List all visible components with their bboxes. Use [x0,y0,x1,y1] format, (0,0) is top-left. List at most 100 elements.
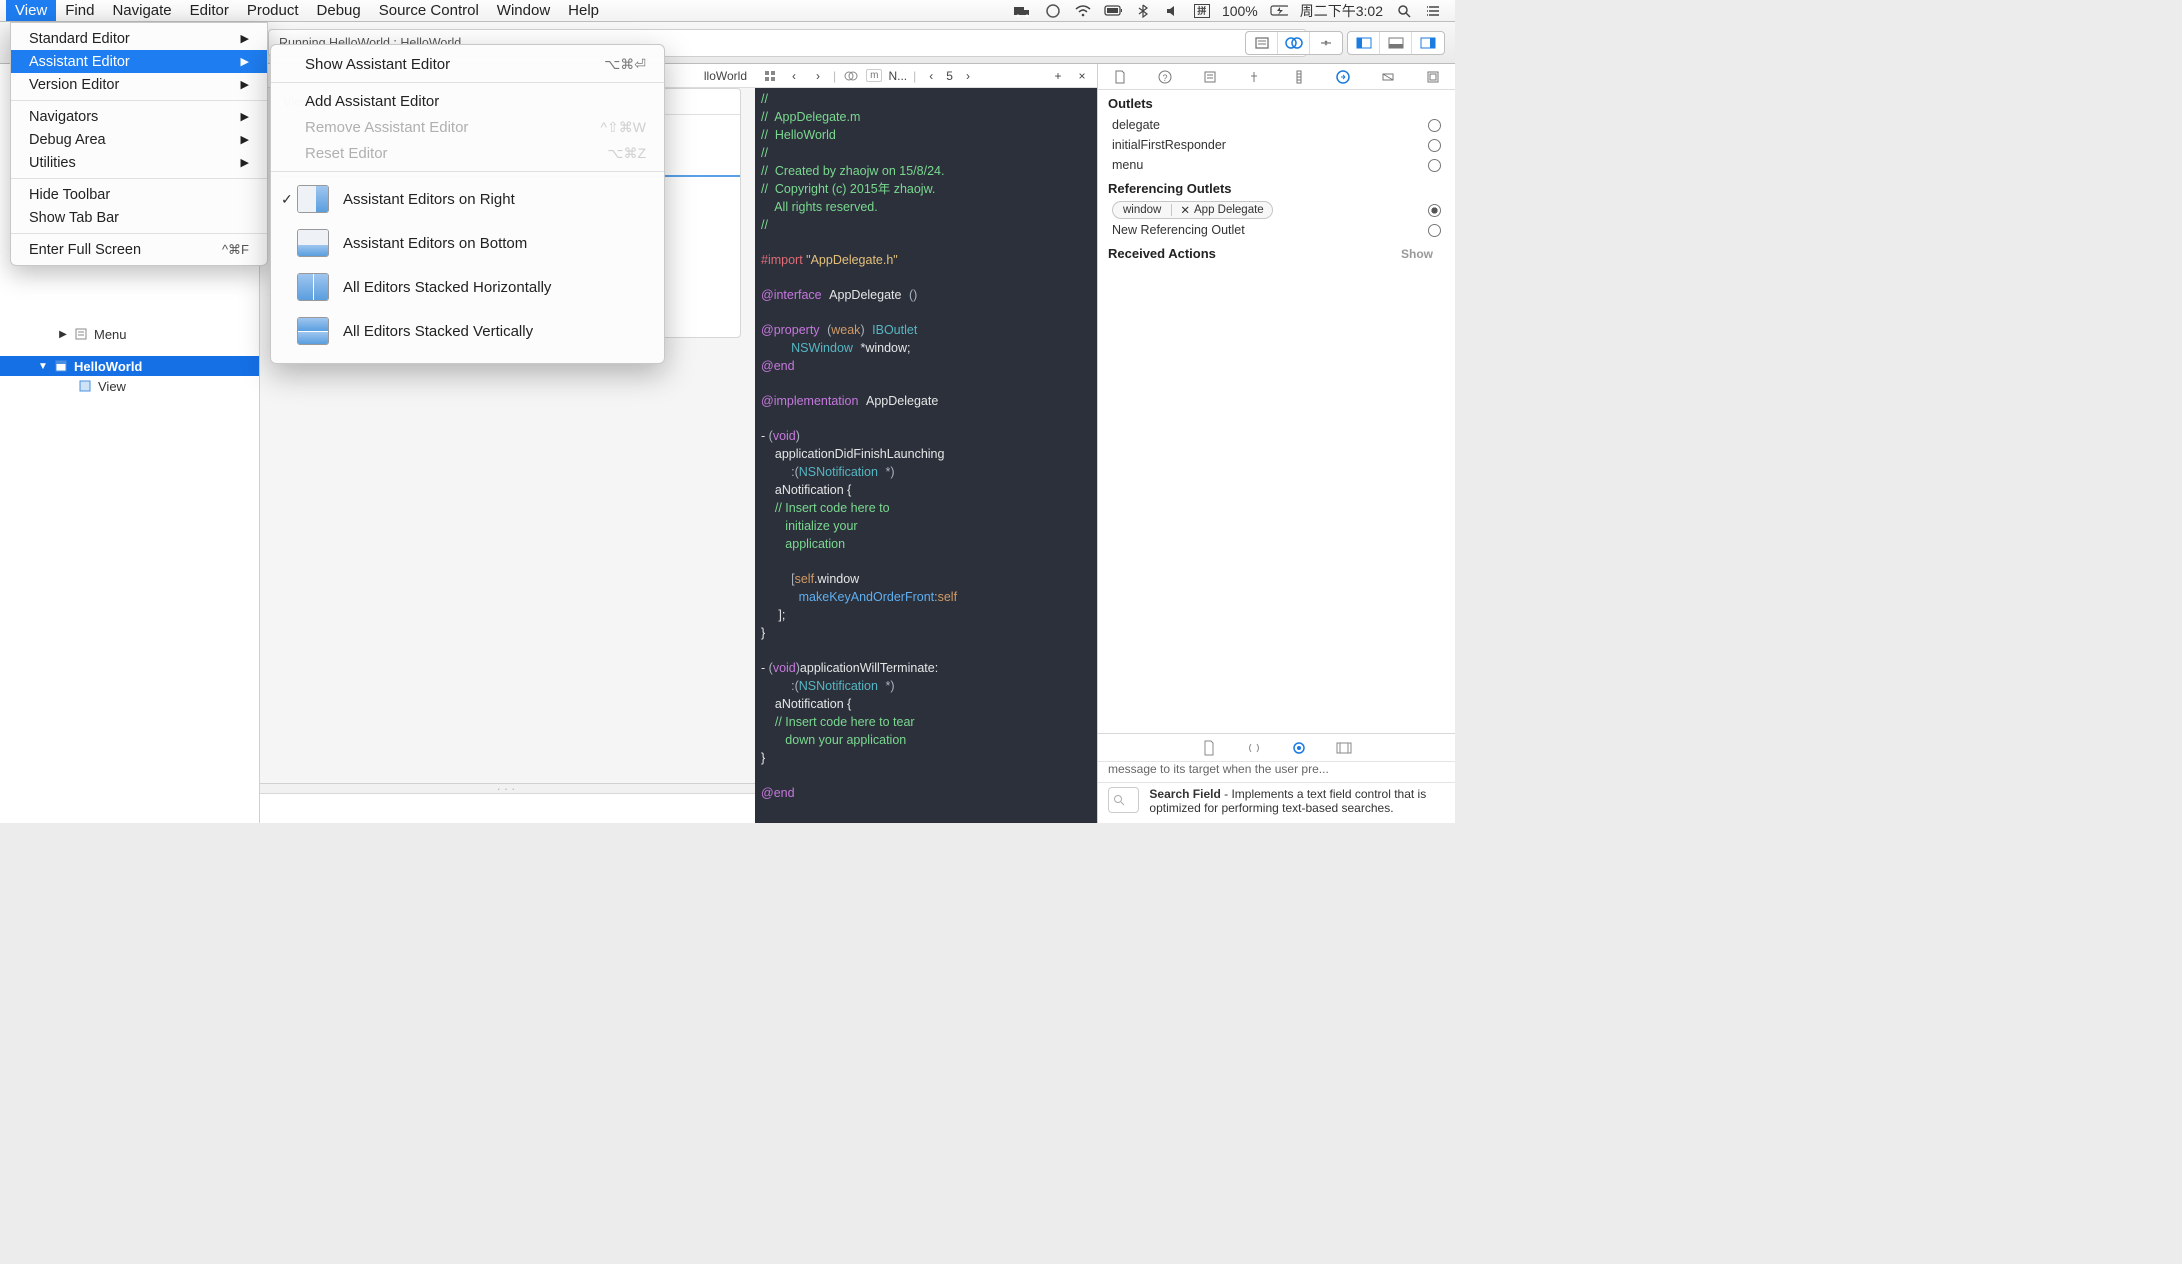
panel-toggle-segment[interactable] [1347,31,1445,55]
menu-source-control[interactable]: Source Control [370,0,488,21]
menu-item-icon [74,327,88,341]
media-library-icon[interactable] [1336,742,1352,754]
view-menu-item[interactable]: Assistant Editor▶ [11,50,267,73]
toggle-utilities-icon[interactable] [1412,32,1444,54]
close-editor-icon[interactable]: × [1073,67,1091,85]
connections-inspector-icon[interactable] [1329,67,1357,87]
circle-icon[interactable] [1044,3,1062,19]
size-inspector-icon[interactable] [1285,67,1313,87]
library-prev-desc: message to its target when the user pre.… [1098,762,1455,782]
volume-icon[interactable] [1164,3,1182,19]
view-menu-item[interactable]: Standard Editor▶ [11,27,267,50]
outlet-initialfirstresponder[interactable]: initialFirstResponder [1098,135,1455,155]
file-inspector-icon[interactable] [1106,67,1134,87]
chevron-right-icon: ▶ [58,329,68,340]
jumpbar-path[interactable]: N... [888,69,907,83]
notification-center-icon[interactable] [1425,3,1443,19]
view-menu-item[interactable]: Enter Full Screen^⌘F [11,238,267,261]
nav-label: Menu [94,327,127,342]
file-type-badge: m [866,69,882,82]
version-editor-icon[interactable] [1310,32,1342,54]
assistant-submenu-item[interactable]: All Editors Stacked Vertically [271,309,664,353]
menu-view[interactable]: View [6,0,56,21]
assistant-submenu-item[interactable]: Add Assistant Editor [271,88,664,114]
utilities-panel: ? Outlets delegate initialFirstResponder… [1097,64,1455,823]
referencing-outlets-heading: Referencing Outlets [1098,175,1455,200]
code-area[interactable]: // // AppDelegate.m // HelloWorld // // … [755,88,1097,823]
forward-icon[interactable]: › [809,67,827,85]
add-editor-icon[interactable]: + [1049,67,1067,85]
prev-issue-icon[interactable]: ‹ [922,67,940,85]
view-menu-item[interactable]: Hide Toolbar [11,183,267,206]
chevron-right-icon: ▶ [241,32,249,45]
view-menu-item[interactable]: Version Editor▶ [11,73,267,96]
editor-mode-segment[interactable] [1245,31,1343,55]
view-menu-item[interactable]: Debug Area▶ [11,128,267,151]
menu-debug[interactable]: Debug [308,0,370,21]
chevron-right-icon: ▶ [241,78,249,91]
next-issue-icon[interactable]: › [959,67,977,85]
effects-inspector-icon[interactable] [1419,67,1447,87]
clock[interactable]: 周二下午3:02 [1300,1,1383,21]
menu-editor[interactable]: Editor [181,0,238,21]
chevron-right-icon: ▶ [241,133,249,146]
nav-row-helloworld[interactable]: ▼ HelloWorld [0,356,259,376]
bluetooth-icon[interactable] [1134,3,1152,19]
assistant-submenu-item[interactable]: All Editors Stacked Horizontally [271,265,664,309]
menu-find[interactable]: Find [56,0,103,21]
ref-outlet-window[interactable]: window ✕App Delegate [1098,200,1455,220]
assistant-submenu-item[interactable]: Remove Assistant Editor^⇧⌘W [271,114,664,140]
view-menu-item[interactable]: Utilities▶ [11,151,267,174]
canvas-bottom-handle[interactable]: ··· [260,783,755,793]
bindings-inspector-icon[interactable] [1374,67,1402,87]
close-icon[interactable]: ✕ [1180,203,1190,217]
view-menu-item[interactable]: Show Tab Bar [11,206,267,229]
standard-editor-icon[interactable] [1246,32,1278,54]
menu-product[interactable]: Product [238,0,308,21]
editor-jumpbar[interactable]: ‹ › | m N... | ‹ 5 › + × [755,64,1097,88]
menu-navigate[interactable]: Navigate [103,0,180,21]
attributes-inspector-icon[interactable] [1240,67,1268,87]
chevron-down-icon: ▼ [38,361,48,372]
assistant-submenu-item[interactable]: Reset Editor⌥⌘Z [271,140,664,166]
battery-menu-icon[interactable] [1104,3,1122,19]
assistant-submenu-item[interactable]: ✓Assistant Editors on Right [271,177,664,221]
code-snippet-library-icon[interactable] [1246,741,1262,755]
wifi-icon[interactable] [1074,3,1092,19]
counterparts-icon[interactable] [842,67,860,85]
library-item[interactable]: Search Field - Implements a text field c… [1098,783,1455,823]
battery-charging-icon[interactable] [1270,3,1288,19]
spotlight-icon[interactable] [1395,3,1413,19]
file-template-library-icon[interactable] [1202,740,1216,756]
identity-inspector-icon[interactable] [1196,67,1224,87]
show-button[interactable]: Show [1401,247,1445,261]
back-icon[interactable]: ‹ [785,67,803,85]
window-item-icon [54,359,68,373]
outlet-menu[interactable]: menu [1098,155,1455,175]
new-referencing-outlet[interactable]: New Referencing Outlet [1098,220,1455,240]
toggle-navigator-icon[interactable] [1348,32,1380,54]
outlet-delegate[interactable]: delegate [1098,115,1455,135]
breadcrumb-tail: lloWorld [704,69,747,83]
truck-icon[interactable] [1014,3,1032,19]
nav-label: View [98,379,126,394]
nav-label: HelloWorld [74,359,142,374]
menu-window[interactable]: Window [488,0,559,21]
toggle-debug-icon[interactable] [1380,32,1412,54]
assistant-editor-icon[interactable] [1278,32,1310,54]
view-item-icon [78,379,92,393]
view-menu-item[interactable]: Navigators▶ [11,105,267,128]
input-method-icon[interactable]: 拼 [1194,4,1210,18]
outlets-heading: Outlets [1098,90,1455,115]
nav-row-view[interactable]: View [0,376,259,396]
related-items-icon[interactable] [761,67,779,85]
assistant-submenu-item[interactable]: Assistant Editors on Bottom [271,221,664,265]
received-actions-heading: Received Actions Show [1098,240,1455,265]
nav-row-menu[interactable]: ▶ Menu [0,324,259,344]
quick-help-icon[interactable]: ? [1151,67,1179,87]
connection-pill[interactable]: window ✕App Delegate [1112,201,1273,219]
search-field-thumb-icon [1108,787,1139,813]
menu-help[interactable]: Help [559,0,608,21]
assistant-submenu-item[interactable]: Show Assistant Editor⌥⌘⏎ [271,51,664,77]
object-library-icon[interactable] [1292,741,1306,755]
